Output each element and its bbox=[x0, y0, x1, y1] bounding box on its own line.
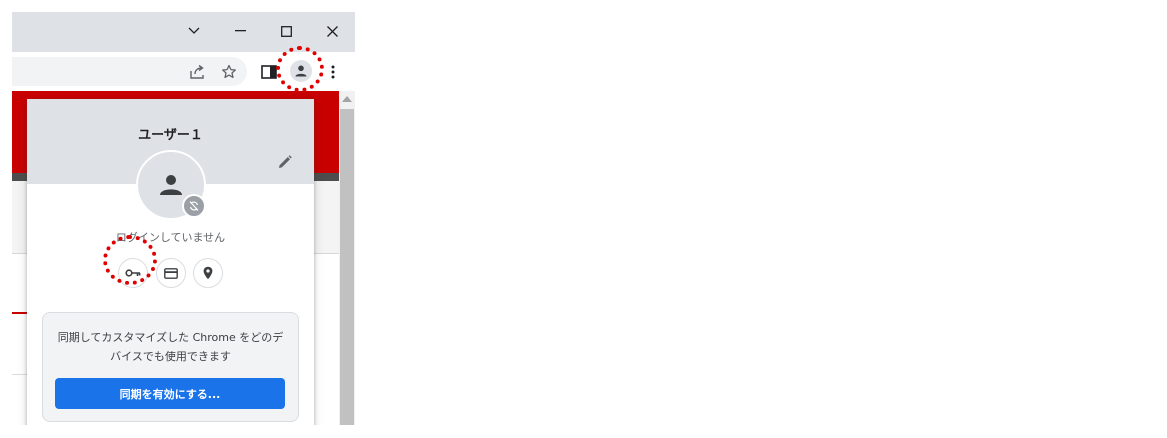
page-scrollbar[interactable] bbox=[339, 91, 355, 425]
person-icon bbox=[160, 175, 182, 195]
sync-paused-badge bbox=[182, 194, 206, 218]
scroll-up-arrow-icon[interactable] bbox=[342, 96, 352, 102]
minimize-button[interactable] bbox=[226, 18, 254, 44]
passwords-button-highlight-circle bbox=[103, 235, 157, 285]
page-divider bbox=[12, 374, 28, 375]
payment-methods-button[interactable] bbox=[156, 258, 186, 288]
sync-description: 同期してカスタマイズした Chrome をどのデバイスでも使用できます bbox=[57, 331, 284, 363]
chevron-down-icon bbox=[188, 27, 200, 34]
maximize-icon bbox=[280, 25, 292, 37]
profile-menu: ユーザー１ ログインしていません 同期してカスタマイズした Chrome をどの… bbox=[27, 99, 314, 425]
chrome-menu-button[interactable] bbox=[323, 61, 343, 83]
star-icon bbox=[222, 64, 236, 79]
pencil-icon bbox=[279, 155, 292, 168]
signin-status: ログインしていません bbox=[115, 231, 226, 244]
browser-screenshot: ユーザー１ ログインしていません 同期してカスタマイズした Chrome をどの… bbox=[12, 12, 355, 425]
bookmark-button[interactable] bbox=[218, 61, 240, 83]
tab-search-button[interactable] bbox=[180, 18, 208, 44]
sync-promo-card: 同期してカスタマイズした Chrome をどのデバイスでも使用できます 同期を有… bbox=[42, 312, 299, 422]
location-icon bbox=[203, 266, 213, 280]
maximize-button[interactable] bbox=[272, 18, 300, 44]
share-button[interactable] bbox=[186, 61, 208, 83]
sync-off-icon bbox=[189, 201, 199, 211]
page-accent-line bbox=[12, 312, 28, 314]
address-bar[interactable] bbox=[12, 57, 247, 86]
close-icon bbox=[326, 25, 338, 37]
edit-profile-button[interactable] bbox=[275, 152, 295, 172]
close-button[interactable] bbox=[318, 18, 346, 44]
profile-name: ユーザー１ bbox=[138, 128, 203, 143]
addresses-button[interactable] bbox=[193, 258, 223, 288]
share-icon bbox=[190, 64, 204, 79]
minimize-icon bbox=[234, 30, 246, 32]
profile-button-highlight-circle bbox=[276, 46, 324, 92]
turn-on-sync-button[interactable]: 同期を有効にする... bbox=[55, 378, 285, 409]
side-panel-icon bbox=[261, 65, 277, 79]
menu-icon bbox=[331, 65, 335, 79]
scrollbar-thumb[interactable] bbox=[340, 109, 354, 425]
card-icon bbox=[164, 267, 178, 279]
